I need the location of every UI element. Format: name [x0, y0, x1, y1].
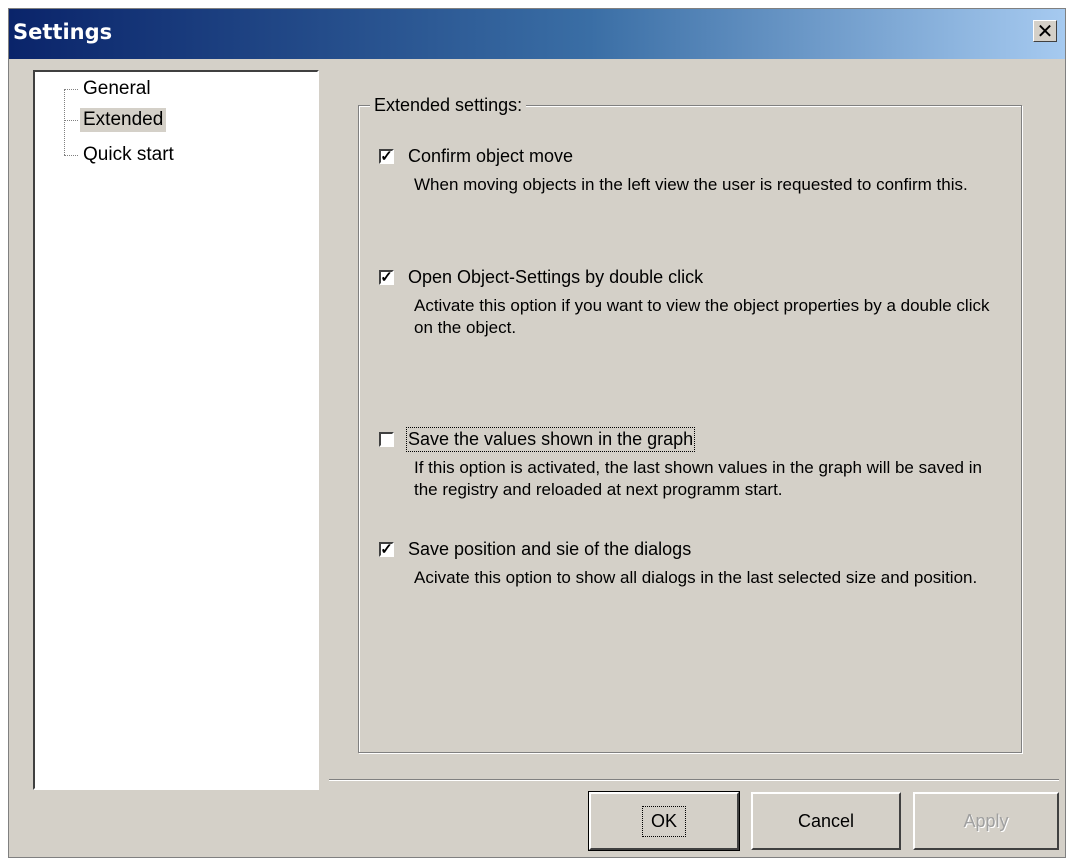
ok-button-label: OK: [641, 805, 687, 837]
option-description: When moving objects in the left view the…: [414, 175, 968, 194]
option-label[interactable]: Confirm object move: [408, 146, 573, 167]
option-description: If this option is activated, the last sh…: [414, 458, 982, 499]
option-description: Activate this option if you want to view…: [414, 296, 990, 337]
close-icon: ✕: [1036, 19, 1054, 43]
separator: [329, 779, 1059, 781]
extended-settings-group: Extended settings: ✓ Confirm object move…: [358, 95, 1022, 753]
save-dialog-position-checkbox[interactable]: ✓: [379, 541, 394, 557]
tree-branch-line: [64, 119, 78, 121]
option-save-graph-values: ✓ Save the values shown in the graph If …: [379, 425, 999, 501]
option-open-object-settings: ✓ Open Object-Settings by double click A…: [379, 263, 999, 339]
tree-item-label: Extended: [80, 108, 167, 132]
window-title: Settings: [13, 20, 113, 44]
option-label[interactable]: Open Object-Settings by double click: [408, 267, 703, 288]
ok-button[interactable]: OK: [588, 791, 740, 851]
option-label[interactable]: Save position and sie of the dialogs: [408, 539, 691, 560]
tree-item-label: General: [83, 78, 151, 99]
cancel-button-label: Cancel: [797, 810, 855, 831]
option-description: Acivate this option to show all dialogs …: [414, 568, 978, 587]
apply-button: Apply: [913, 792, 1059, 850]
group-title: Extended settings:: [370, 95, 527, 116]
confirm-object-move-checkbox[interactable]: ✓: [379, 148, 394, 164]
cancel-button[interactable]: Cancel: [751, 792, 901, 850]
option-confirm-object-move: ✓ Confirm object move When moving object…: [379, 142, 999, 196]
apply-button-label: Apply: [963, 810, 1009, 831]
title-bar[interactable]: Settings ✕: [9, 9, 1065, 59]
tree-item-general[interactable]: General: [64, 75, 154, 103]
open-object-settings-checkbox[interactable]: ✓: [379, 269, 394, 285]
save-graph-values-checkbox[interactable]: ✓: [379, 431, 394, 447]
tree-item-quick-start[interactable]: Quick start: [64, 141, 177, 169]
option-label[interactable]: Save the values shown in the graph: [405, 426, 696, 452]
tree-item-label: Quick start: [83, 144, 174, 165]
tree-item-extended[interactable]: Extended: [64, 106, 167, 134]
close-button[interactable]: ✕: [1033, 20, 1057, 42]
settings-dialog: Settings ✕ General Extended Quick start …: [8, 8, 1066, 858]
tree-branch-line: [64, 154, 78, 156]
tree-branch-line: [64, 88, 78, 90]
option-save-dialog-position: ✓ Save position and sie of the dialogs A…: [379, 535, 999, 589]
settings-tree: General Extended Quick start: [33, 70, 319, 790]
